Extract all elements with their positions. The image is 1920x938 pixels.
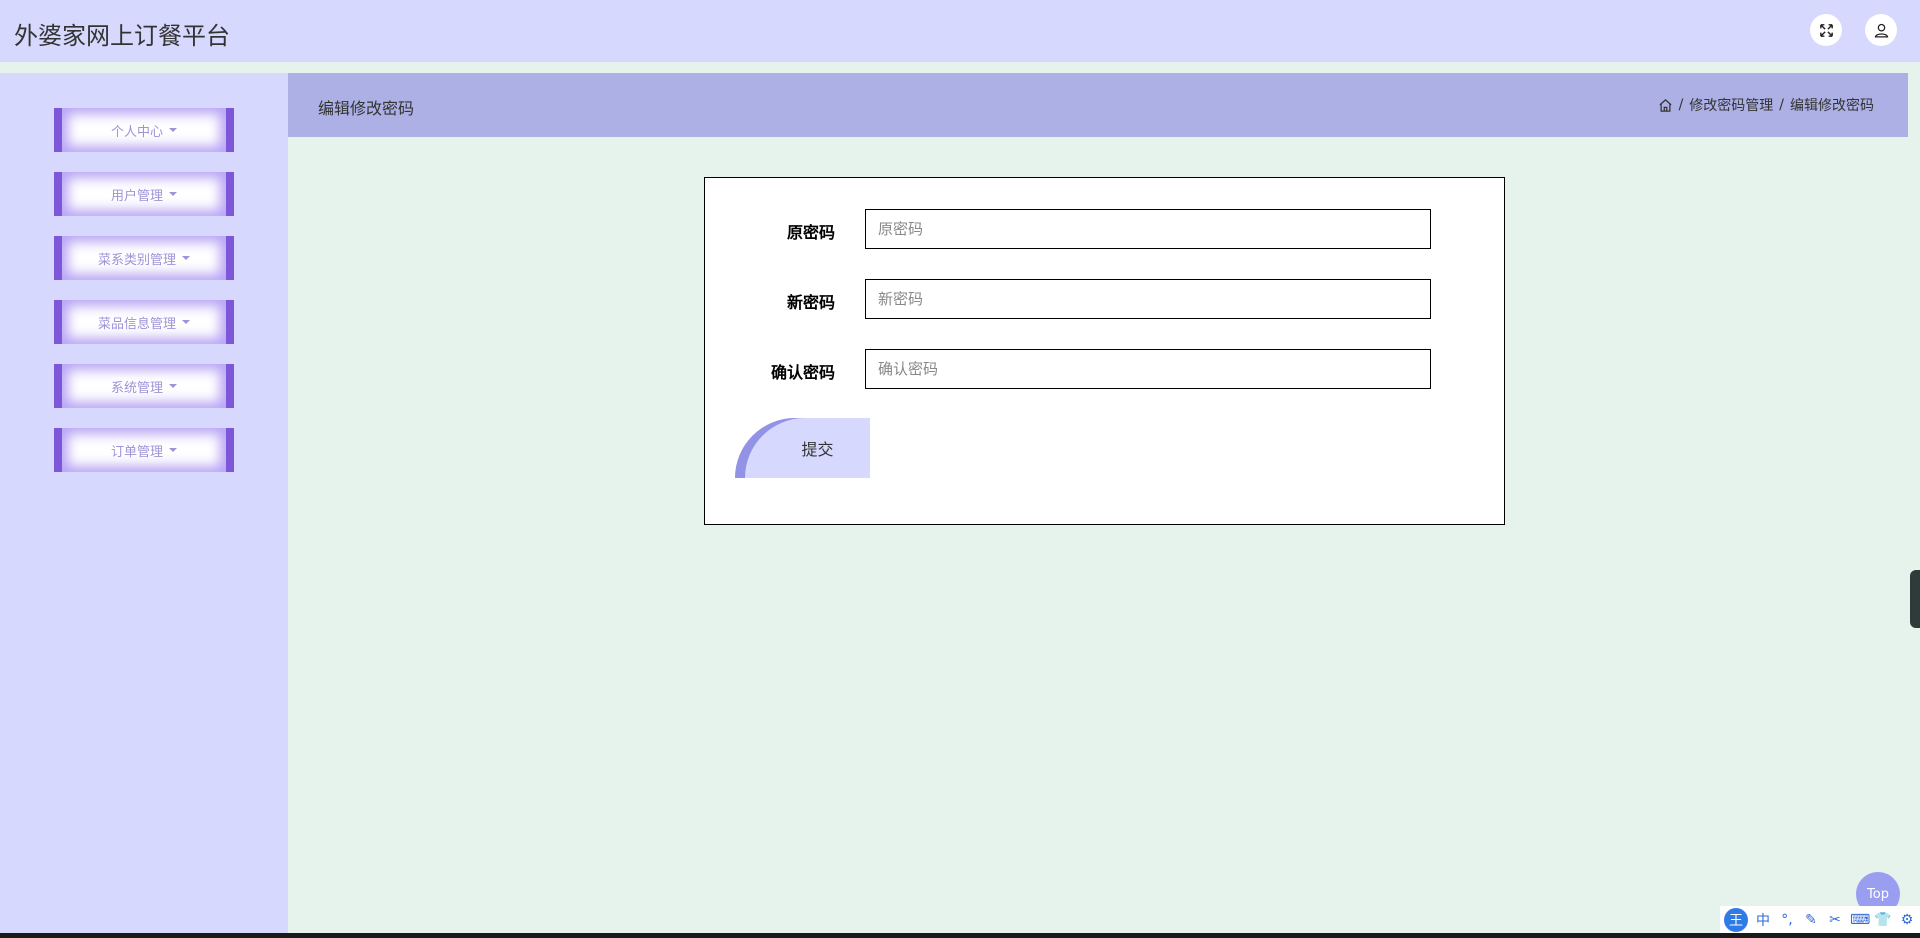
sidebar-item-system-management[interactable]: 系统管理 [54,364,234,408]
new-password-input[interactable] [865,279,1431,319]
caret-down-icon [169,128,177,132]
form-row-new-password: 新密码 [705,279,1504,319]
ime-settings-icon[interactable]: ⚙ [1898,912,1916,928]
sidebar-item-order-management[interactable]: 订单管理 [54,428,234,472]
home-icon[interactable] [1658,98,1673,113]
sidebar-item-label: 用户管理 [110,188,163,204]
sidebar-item-label: 菜系类别管理 [97,252,176,268]
breadcrumb-item-current: 编辑修改密码 [1790,98,1874,114]
new-password-label: 新密码 [786,293,835,312]
sidebar-item-personal-center[interactable]: 个人中心 [54,108,234,152]
ime-handwriting-icon[interactable]: ✎ [1802,912,1820,928]
side-scroll-handle[interactable] [1910,570,1920,628]
caret-down-icon [182,320,190,324]
confirm-password-label: 确认密码 [770,363,835,382]
breadcrumb-bar: 编辑修改密码 / 修改密码管理 / 编辑修改密码 [288,73,1908,137]
ime-logo-icon[interactable]: 王 [1724,907,1748,932]
old-password-label: 原密码 [786,223,835,242]
ime-skin-icon[interactable]: 👕 [1874,912,1892,928]
sidebar-item-cuisine-category[interactable]: 菜系类别管理 [54,236,234,280]
ime-keyboard-icon[interactable]: ⌨ [1850,912,1870,928]
header-gap [0,62,1920,73]
caret-down-icon [169,384,177,388]
ime-toolbar: 王 中 °, ✎ ✂ ⌨ 👕 ⚙ [1720,906,1920,933]
confirm-password-input[interactable] [865,349,1431,389]
sidebar-item-label: 订单管理 [110,444,163,460]
page-title: 编辑修改密码 [318,99,415,118]
bottom-border [0,933,1920,938]
user-menu-button[interactable] [1865,14,1897,46]
submit-button[interactable]: 提交 [735,418,870,478]
caret-down-icon [169,192,177,196]
ime-chinese-mode[interactable]: 中 [1754,910,1772,930]
expand-icon [1819,23,1833,37]
caret-down-icon [169,448,177,452]
caret-down-icon [182,256,190,260]
breadcrumb: / 修改密码管理 / 编辑修改密码 [1658,95,1874,115]
ime-scissors-icon[interactable]: ✂ [1826,912,1844,928]
sidebar-item-label: 菜品信息管理 [97,316,176,332]
ime-punctuation-icon[interactable]: °, [1778,912,1796,928]
breadcrumb-separator: / [1678,97,1684,113]
password-form: 原密码 新密码 确认密码 提交 [704,177,1505,525]
breadcrumb-separator: / [1779,97,1784,113]
user-icon [1874,23,1888,38]
fullscreen-button[interactable] [1810,14,1842,46]
top-header: 外婆家网上订餐平台 [0,0,1920,62]
old-password-input[interactable] [865,209,1431,249]
form-row-confirm-password: 确认密码 [705,349,1504,389]
sidebar-item-label: 系统管理 [110,380,163,396]
sidebar: 个人中心 用户管理 菜系类别管理 菜品信息管理 系统管理 订单管理 [0,73,288,933]
sidebar-item-user-management[interactable]: 用户管理 [54,172,234,216]
sidebar-item-label: 个人中心 [110,124,163,140]
sidebar-item-dish-info[interactable]: 菜品信息管理 [54,300,234,344]
app-title: 外婆家网上订餐平台 [14,22,230,50]
form-row-old-password: 原密码 [705,209,1504,249]
breadcrumb-item[interactable]: 修改密码管理 [1689,95,1773,115]
